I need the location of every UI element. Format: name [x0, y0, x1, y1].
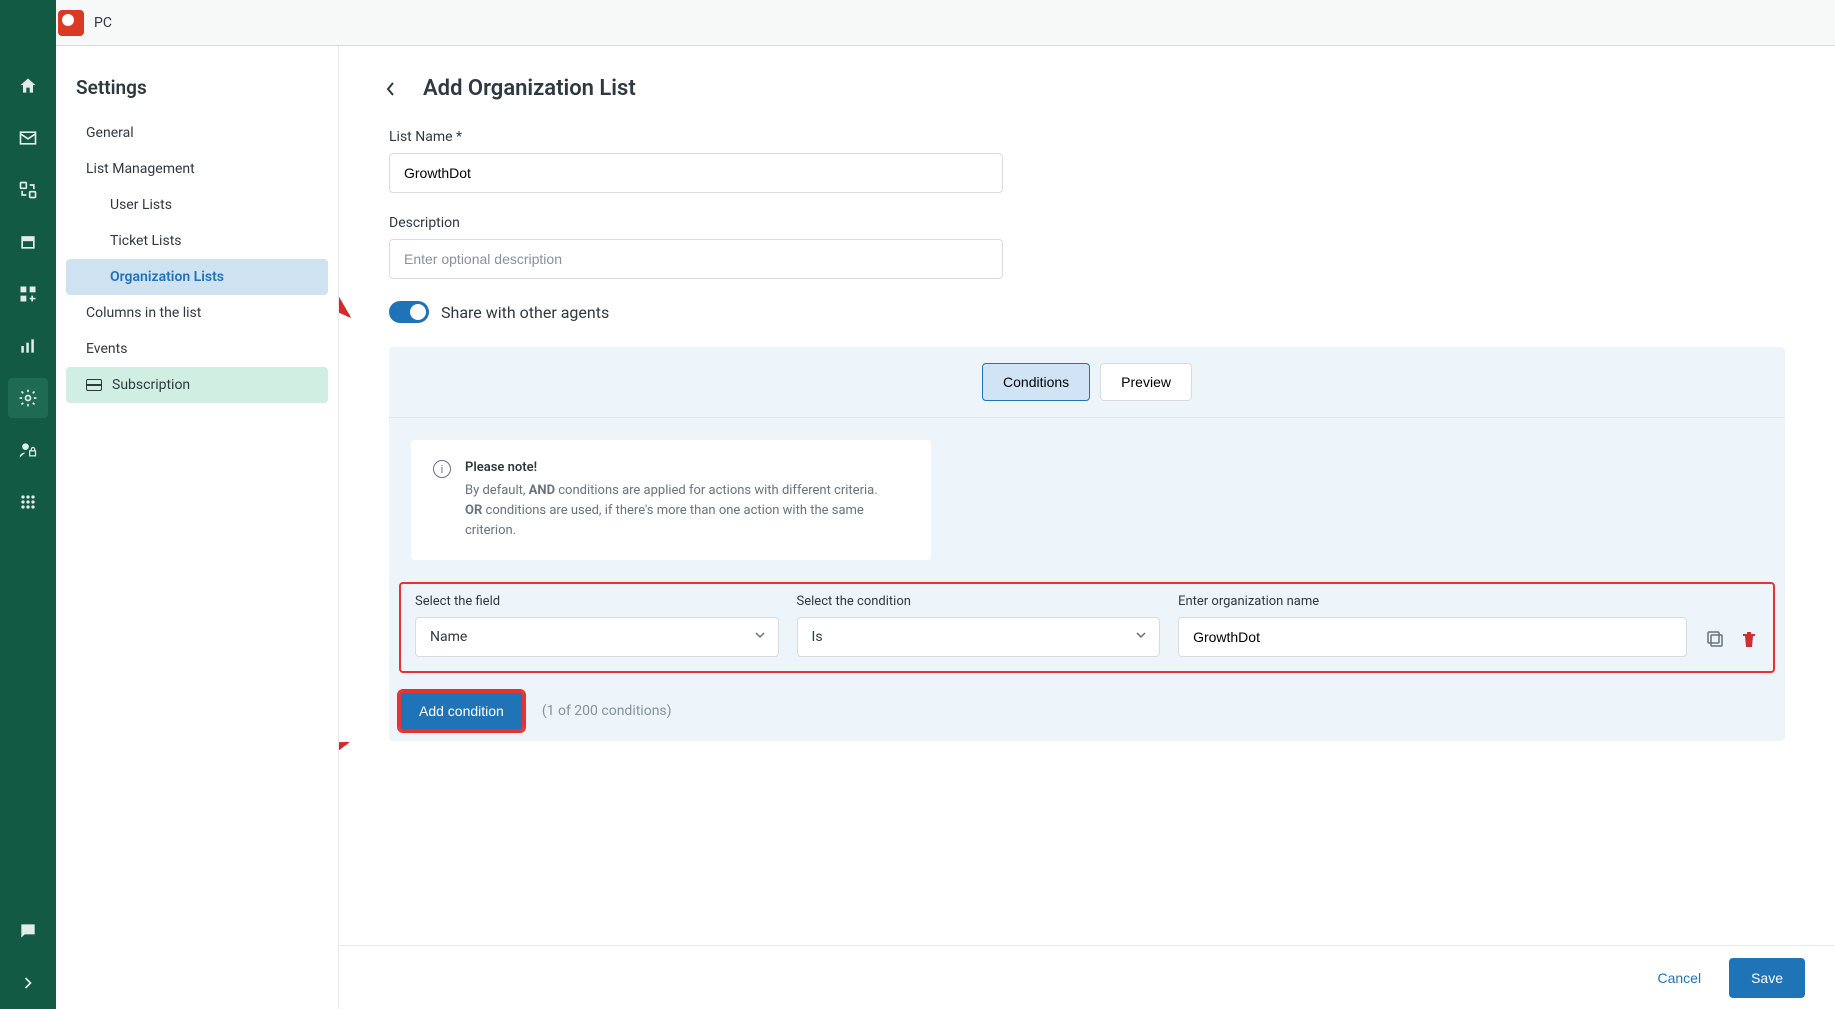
condition-field-value: Name: [430, 629, 467, 645]
footer-bar: Cancel Save: [339, 945, 1835, 1009]
share-label: Share with other agents: [441, 303, 609, 322]
add-condition-row: Add condition (1 of 200 conditions): [399, 691, 1775, 741]
rail-settings-icon[interactable]: [8, 378, 48, 418]
share-toggle-row: Share with other agents: [389, 301, 1795, 323]
list-name-field: List Name *: [389, 129, 1003, 193]
condition-op-value: Is: [812, 629, 823, 645]
rail-comment-icon[interactable]: [8, 911, 48, 951]
condition-actions: [1705, 629, 1759, 657]
condition-value-label: Enter organization name: [1178, 594, 1687, 609]
condition-field-label: Select the field: [415, 594, 779, 609]
condition-value-input[interactable]: [1178, 617, 1687, 657]
chevron-down-icon: [1135, 629, 1147, 645]
list-name-input[interactable]: [389, 153, 1003, 193]
condition-field-select[interactable]: Name: [415, 617, 779, 657]
rail-archive-icon[interactable]: [8, 222, 48, 262]
rail-add-widget-icon[interactable]: [8, 274, 48, 314]
tab-conditions[interactable]: Conditions: [982, 363, 1090, 401]
page-title: Add Organization List: [423, 76, 636, 101]
condition-op-label: Select the condition: [797, 594, 1161, 609]
add-condition-button[interactable]: Add condition: [399, 691, 524, 731]
sidebar-item-user-lists[interactable]: User Lists: [66, 187, 328, 223]
description-label: Description: [389, 215, 1003, 231]
settings-sidebar: Settings General List Management User Li…: [56, 46, 339, 1009]
duplicate-condition-icon[interactable]: [1705, 629, 1725, 649]
app-logo-icon: [58, 10, 84, 36]
condition-field-col: Select the field Name: [415, 594, 779, 657]
tabs-row: Conditions Preview: [389, 347, 1785, 418]
rail-expand-icon[interactable]: [8, 963, 48, 1003]
note-card: i Please note! By default, AND condition…: [411, 440, 931, 560]
condition-op-select[interactable]: Is: [797, 617, 1161, 657]
save-button[interactable]: Save: [1729, 958, 1805, 998]
tab-preview[interactable]: Preview: [1100, 363, 1192, 401]
rail-home-icon[interactable]: [8, 66, 48, 106]
description-field: Description: [389, 215, 1003, 279]
rail-chart-icon[interactable]: [8, 326, 48, 366]
sidebar-item-columns[interactable]: Columns in the list: [66, 295, 328, 331]
note-line1a: By default,: [465, 483, 529, 498]
rail-user-lock-icon[interactable]: [8, 430, 48, 470]
sidebar-subscription-label: Subscription: [112, 377, 190, 393]
sidebar-item-events[interactable]: Events: [66, 331, 328, 367]
sidebar-item-organization-lists[interactable]: Organization Lists: [66, 259, 328, 295]
condition-row: Select the field Name Select the conditi…: [415, 594, 1759, 657]
main-content: Add Organization List List Name * Descri…: [339, 46, 1835, 1009]
conditions-count: (1 of 200 conditions): [542, 703, 672, 719]
credit-card-icon: [86, 379, 102, 391]
note-line2a: OR: [465, 503, 482, 518]
sidebar-item-general[interactable]: General: [66, 115, 328, 151]
sidebar-item-ticket-lists[interactable]: Ticket Lists: [66, 223, 328, 259]
settings-heading: Settings: [56, 66, 338, 115]
note-line1b: AND: [529, 483, 555, 498]
condition-op-col: Select the condition Is: [797, 594, 1161, 657]
topbar: PC: [0, 0, 1835, 46]
share-toggle[interactable]: [389, 301, 429, 323]
rail-sync-icon[interactable]: [8, 170, 48, 210]
left-rail: [0, 0, 56, 1009]
chevron-down-icon: [754, 629, 766, 645]
delete-condition-icon[interactable]: [1739, 629, 1759, 649]
conditions-panel: Conditions Preview i Please note! By def…: [389, 347, 1785, 741]
page-header: Add Organization List: [379, 76, 1795, 101]
note-line2b: conditions are used, if there's more tha…: [465, 503, 864, 538]
rail-mail-icon[interactable]: [8, 118, 48, 158]
sidebar-item-subscription[interactable]: Subscription: [66, 367, 328, 403]
condition-value-col: Enter organization name: [1178, 594, 1687, 657]
note-line1c: conditions are applied for actions with …: [555, 483, 878, 498]
cancel-button[interactable]: Cancel: [1647, 960, 1711, 996]
sidebar-item-list-management[interactable]: List Management: [66, 151, 328, 187]
note-title: Please note!: [465, 458, 909, 478]
rail-apps-icon[interactable]: [8, 482, 48, 522]
info-icon: i: [433, 460, 451, 478]
description-input[interactable]: [389, 239, 1003, 279]
list-name-label: List Name *: [389, 129, 1003, 145]
back-button[interactable]: [379, 77, 403, 101]
condition-row-highlighted: Select the field Name Select the conditi…: [399, 582, 1775, 673]
note-body: Please note! By default, AND conditions …: [465, 458, 909, 542]
app-title: PC: [94, 15, 112, 31]
